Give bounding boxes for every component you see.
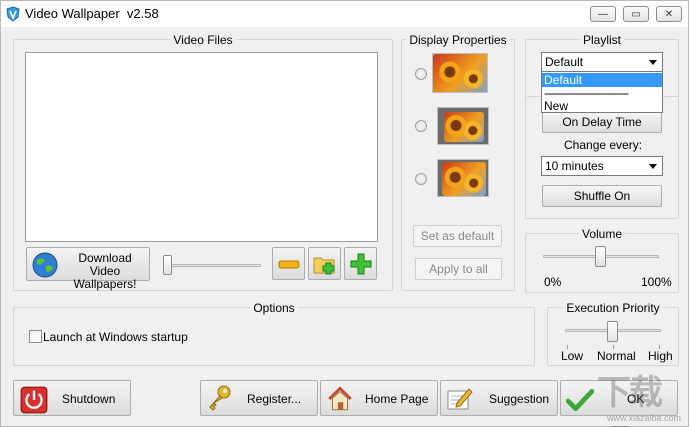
register-button[interactable]: Register... [200, 380, 318, 416]
chevron-down-icon [649, 164, 657, 169]
volume-title: Volume [578, 227, 626, 241]
key-icon [209, 385, 231, 411]
apply-to-all-button[interactable]: Apply to all [415, 258, 502, 280]
suggestion-button[interactable]: Suggestion [440, 380, 558, 416]
priority-low-label: Low [561, 349, 584, 363]
close-button[interactable]: ✕ [656, 6, 682, 22]
folder-add-icon [313, 257, 335, 275]
minus-icon [278, 260, 300, 269]
download-videos-button[interactable]: Download Video Wallpapers! [26, 247, 150, 291]
change-every-label: Change every: [564, 138, 643, 152]
volume-max-label: 100% [641, 275, 672, 289]
pencil-paper-icon [447, 388, 473, 410]
display-mode-fit-preview[interactable] [437, 107, 489, 145]
priority-slider-thumb[interactable] [607, 321, 618, 342]
home-icon [328, 386, 352, 411]
launch-startup-label[interactable]: Launch at Windows startup [43, 330, 188, 344]
download-label-line2: Wallpapers! [73, 277, 137, 291]
video-position-slider-thumb[interactable] [163, 255, 172, 275]
display-mode-radio-center[interactable] [415, 173, 427, 185]
register-label: Register... [247, 392, 302, 406]
display-mode-center-preview[interactable] [437, 159, 489, 197]
playlist-option-separator: ---------------------------- [544, 86, 629, 100]
remove-video-button[interactable] [272, 247, 305, 280]
add-folder-button[interactable] [308, 247, 341, 280]
checkmark-icon [566, 388, 594, 412]
watermark-logo: 下载吧 [597, 374, 663, 427]
shutdown-label: Shutdown [62, 392, 116, 406]
add-video-button[interactable] [344, 247, 377, 280]
volume-min-label: 0% [544, 275, 562, 289]
maximize-button[interactable]: ▭ [623, 6, 649, 22]
playlist-option-new[interactable]: New [542, 99, 662, 113]
options-title: Options [250, 301, 298, 315]
playlist-option-default[interactable]: Default [542, 73, 662, 87]
home-page-label: Home Page [365, 392, 429, 406]
playlist-select[interactable]: Default [541, 52, 663, 72]
volume-slider-thumb[interactable] [595, 246, 606, 267]
app-icon [6, 6, 20, 22]
shutdown-button[interactable]: Shutdown [13, 380, 131, 416]
set-as-default-button[interactable]: Set as default [413, 225, 502, 247]
home-page-button[interactable]: Home Page [320, 380, 438, 416]
shuffle-button[interactable]: Shuffle On [542, 185, 662, 207]
minimize-button[interactable]: — [590, 6, 616, 22]
main-window: Video Wallpaper v2.58 — ▭ ✕ Video Files … [0, 0, 689, 427]
playlist-dropdown[interactable]: Default ---------------------------- New [541, 71, 663, 113]
display-mode-stretch-preview[interactable] [432, 53, 488, 93]
change-interval-value: 10 minutes [545, 159, 604, 173]
priority-high-label: High [648, 349, 673, 363]
suggestion-label: Suggestion [489, 392, 550, 406]
playlist-title: Playlist [579, 33, 624, 47]
playlist-selected-value: Default [545, 55, 584, 69]
change-interval-select[interactable]: 10 minutes [541, 156, 663, 176]
display-mode-radio-stretch[interactable] [415, 68, 427, 80]
globe-icon [32, 252, 58, 278]
video-position-slider[interactable] [163, 264, 261, 267]
power-icon [20, 386, 48, 414]
on-delay-time-button[interactable]: On Delay Time [542, 111, 662, 133]
plus-icon [350, 253, 372, 275]
display-properties-title: Display Properties [406, 33, 510, 47]
chevron-down-icon [649, 60, 657, 65]
execution-priority-title: Execution Priority [563, 301, 663, 315]
priority-normal-label: Normal [597, 349, 636, 363]
watermark-url: www.xiazaiba.com [607, 413, 682, 423]
launch-startup-checkbox[interactable] [29, 330, 42, 343]
video-files-title: Video Files [170, 33, 236, 47]
title-bar: Video Wallpaper v2.58 — ▭ ✕ [1, 1, 688, 27]
download-label-line1: Download Video [78, 251, 132, 278]
window-title: Video Wallpaper v2.58 [25, 6, 159, 21]
video-files-list[interactable] [25, 52, 378, 242]
display-mode-radio-fit[interactable] [415, 120, 427, 132]
